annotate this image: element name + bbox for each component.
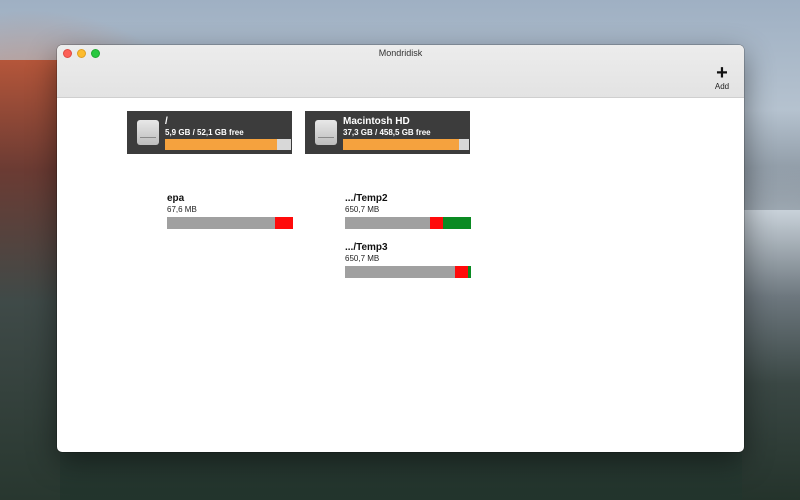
disk-name: Macintosh HD (343, 116, 410, 127)
folder-size: 67,6 MB (167, 205, 197, 214)
disk-name: / (165, 116, 168, 127)
disk-usage-bar (165, 139, 291, 150)
disk-usage-bar-fill (165, 139, 277, 150)
disk-usage-bar-fill (343, 139, 459, 150)
folder-name: .../Temp3 (345, 242, 388, 253)
folder-usage-segment (167, 217, 275, 229)
titlebar: Mondridisk + Add (57, 45, 744, 98)
folder-size: 650,7 MB (345, 254, 380, 263)
folder-size: 650,7 MB (345, 205, 380, 214)
folder-item-temp2[interactable]: .../Temp2 650,7 MB (345, 193, 471, 229)
window-title: Mondridisk (378, 48, 423, 58)
plus-icon: + (716, 62, 728, 84)
folder-item-epa[interactable]: epa 67,6 MB (167, 193, 293, 229)
folder-usage-bar (345, 217, 471, 229)
folder-usage-bar (345, 266, 471, 278)
folder-item-temp3[interactable]: .../Temp3 650,7 MB (345, 242, 471, 278)
disk-card-root[interactable]: / 5,9 GB / 52,1 GB free (127, 111, 292, 154)
desktop-background-left (0, 60, 60, 500)
hard-drive-icon (315, 120, 337, 145)
main-content: / 5,9 GB / 52,1 GB free Macintosh HD 37,… (57, 98, 744, 452)
add-button-label: Add (714, 82, 730, 91)
folder-usage-segment (345, 217, 431, 229)
disk-usage-bar (343, 139, 469, 150)
folder-usage-segment (454, 266, 468, 278)
folder-usage-segment (430, 217, 444, 229)
folder-name: epa (167, 193, 185, 204)
folder-usage-segment (467, 266, 471, 278)
hard-drive-icon (137, 120, 159, 145)
add-button[interactable]: + Add (710, 62, 734, 91)
app-window: Mondridisk + Add / 5,9 GB / 52,1 GB free… (57, 45, 744, 452)
disk-usage: 5,9 GB / 52,1 GB free (165, 128, 244, 137)
disk-usage: 37,3 GB / 458,5 GB free (343, 128, 431, 137)
folder-name: .../Temp2 (345, 193, 388, 204)
folder-usage-segment (443, 217, 471, 229)
folder-usage-segment (274, 217, 293, 229)
desktop-background-right (742, 210, 800, 500)
folder-usage-bar (167, 217, 293, 229)
disk-card-macintosh-hd[interactable]: Macintosh HD 37,3 GB / 458,5 GB free (305, 111, 470, 154)
folder-usage-segment (345, 266, 455, 278)
